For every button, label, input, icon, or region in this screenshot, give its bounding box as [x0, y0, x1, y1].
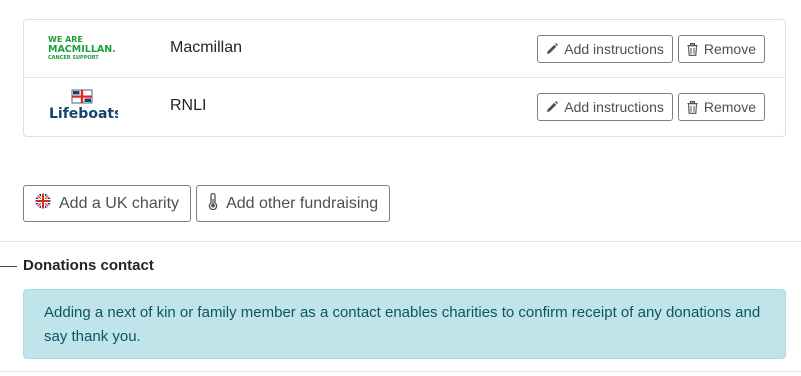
section-divider	[0, 241, 801, 242]
charity-name: RNLI	[170, 97, 207, 114]
rnli-logo-text: Lifeboats	[49, 106, 118, 122]
add-instructions-button[interactable]: Add instructions	[537, 35, 673, 63]
page: WE ARE MACMILLAN. CANCER SUPPORT Macmill…	[0, 0, 801, 376]
thermometer-icon	[208, 192, 218, 215]
add-buttons: Add a UK charity Add other fundraising	[23, 185, 391, 222]
charity-row-rnli: Lifeboats RNLI Add instructions Remove	[24, 78, 785, 136]
add-instructions-label: Add instructions	[564, 99, 664, 115]
rnli-logo: Lifeboats	[46, 88, 122, 126]
add-uk-charity-button[interactable]: Add a UK charity	[23, 185, 192, 222]
charity-row-macmillan: WE ARE MACMILLAN. CANCER SUPPORT Macmill…	[24, 20, 785, 78]
macmillan-logo-line-1: WE ARE	[48, 35, 83, 44]
rnli-flag-emblem	[71, 89, 93, 104]
macmillan-logo-line-3: CANCER SUPPORT	[48, 55, 99, 61]
row-actions: Add instructions Remove	[537, 93, 765, 121]
donations-contact-title: Donations contact	[23, 257, 154, 274]
donations-contact-info: Adding a next of kin or family member as…	[23, 289, 786, 359]
remove-label: Remove	[703, 41, 756, 57]
add-other-fundraising-label: Add other fundraising	[226, 194, 379, 212]
macmillan-logo: WE ARE MACMILLAN. CANCER SUPPORT	[46, 30, 118, 68]
trash-icon	[687, 42, 698, 56]
charity-list: WE ARE MACMILLAN. CANCER SUPPORT Macmill…	[23, 19, 786, 137]
union-jack-icon	[35, 193, 51, 214]
remove-label: Remove	[703, 99, 756, 115]
row-actions: Add instructions Remove	[537, 35, 765, 63]
pencil-icon	[546, 43, 559, 55]
bottom-divider	[0, 371, 801, 372]
add-other-fundraising-button[interactable]: Add other fundraising	[196, 185, 391, 222]
add-instructions-label: Add instructions	[564, 41, 664, 57]
add-uk-charity-label: Add a UK charity	[59, 194, 180, 212]
charity-name: Macmillan	[170, 39, 243, 56]
remove-button[interactable]: Remove	[677, 93, 765, 121]
macmillan-logo-line-2: MACMILLAN.	[48, 44, 116, 55]
remove-button[interactable]: Remove	[677, 35, 765, 63]
trash-icon	[687, 100, 698, 114]
section-marker	[0, 266, 17, 267]
add-instructions-button[interactable]: Add instructions	[537, 93, 673, 121]
pencil-icon	[546, 101, 559, 113]
